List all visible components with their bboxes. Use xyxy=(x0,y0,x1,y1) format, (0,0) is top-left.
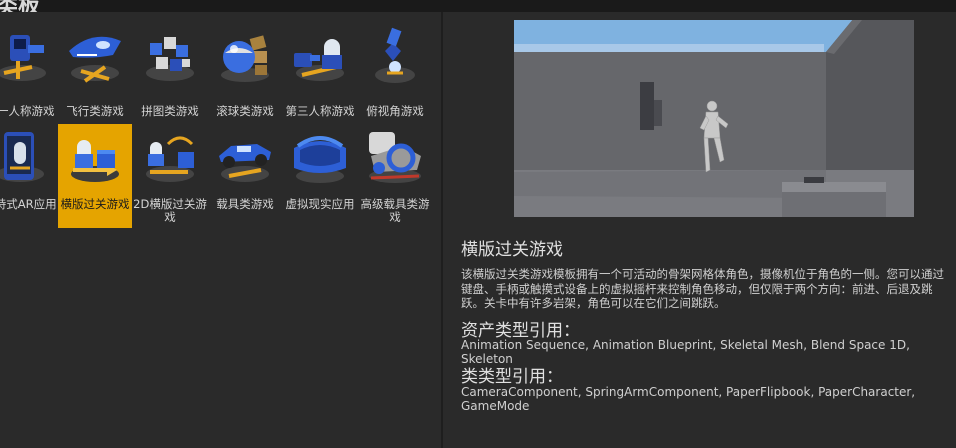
template-label: 飞行类游戏 xyxy=(66,104,124,118)
template-2d-side-scroller[interactable]: 2D横版过关游戏 xyxy=(133,124,207,228)
template-description: 该横版过关类游戏模板拥有一个可活动的骨架网格体角色，摄像机位于角色的一侧。您可以… xyxy=(461,267,944,310)
template-first-person[interactable]: 第一人称游戏 xyxy=(0,23,57,127)
template-flying[interactable]: 飞行类游戏 xyxy=(58,23,132,127)
template-vehicle[interactable]: 载具类游戏 xyxy=(208,124,282,228)
advanced-vehicle-icon xyxy=(369,132,421,183)
vr-icon xyxy=(294,136,346,183)
side-scroller-icon xyxy=(71,140,119,182)
template-third-person[interactable]: 第三人称游戏 xyxy=(283,23,357,127)
class-types-heading: 类类型引用： xyxy=(461,367,563,387)
template-label: 2D横版过关游戏 xyxy=(133,197,207,224)
handheld-ar-icon xyxy=(0,132,44,182)
flying-icon xyxy=(69,36,121,83)
window-title: 类板 xyxy=(0,0,40,12)
template-label: 第三人称游戏 xyxy=(285,104,355,118)
template-label: 拼图类游戏 xyxy=(141,104,199,118)
window-title-bar: 类板 xyxy=(0,0,956,12)
template-puzzle[interactable]: 拼图类游戏 xyxy=(133,23,207,127)
template-handheld-ar[interactable]: 手持式AR应用 xyxy=(0,124,57,228)
class-types-list: CameraComponent, SpringArmComponent, Pap… xyxy=(461,385,916,413)
top-down-icon xyxy=(375,27,415,83)
template-preview-image xyxy=(514,20,914,217)
template-label: 虚拟现实应用 xyxy=(285,197,355,211)
puzzle-icon xyxy=(146,37,194,81)
template-vr[interactable]: 虚拟现实应用 xyxy=(283,124,357,228)
2d-side-scroller-icon xyxy=(146,136,194,182)
template-advanced-vehicle[interactable]: 高级载具类游戏 xyxy=(358,124,432,228)
template-grid: 第一人称游戏 飞行类游戏 拼图类游戏 xyxy=(0,12,441,448)
template-label: 手持式AR应用 xyxy=(0,197,57,211)
template-label: 俯视角游戏 xyxy=(366,104,424,118)
template-label: 横版过关游戏 xyxy=(60,197,130,211)
template-label: 滚球类游戏 xyxy=(216,104,274,118)
first-person-icon xyxy=(0,35,46,81)
rolling-icon xyxy=(221,35,269,82)
template-top-down[interactable]: 俯视角游戏 xyxy=(358,23,432,127)
third-person-icon xyxy=(294,39,344,81)
template-title: 横版过关游戏 xyxy=(461,240,563,260)
panel-divider xyxy=(441,12,443,448)
template-rolling[interactable]: 滚球类游戏 xyxy=(208,23,282,127)
template-label: 高级载具类游戏 xyxy=(360,197,430,224)
template-label: 第一人称游戏 xyxy=(0,104,55,118)
vehicle-icon xyxy=(219,144,271,182)
template-label: 载具类游戏 xyxy=(216,197,274,211)
template-side-scroller[interactable]: 横版过关游戏 xyxy=(58,124,132,228)
